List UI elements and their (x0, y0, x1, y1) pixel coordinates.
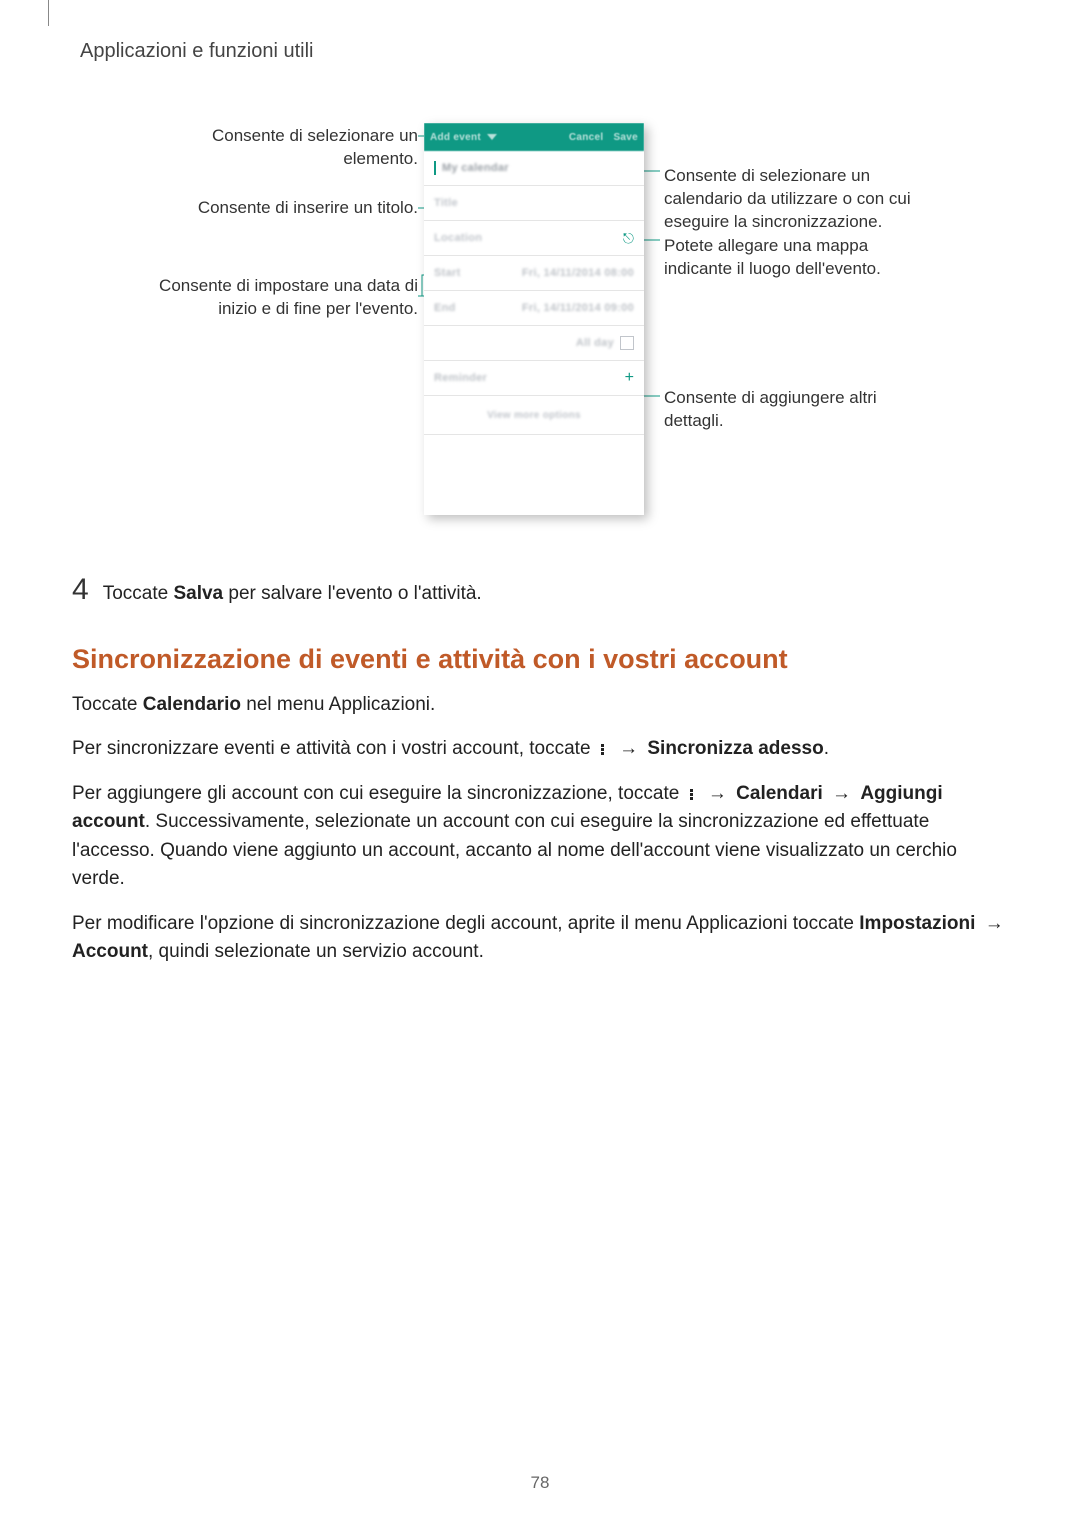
paragraph-2: Per sincronizzare eventi e attività con … (72, 735, 1008, 764)
reminder-label: Reminder (434, 372, 487, 384)
section-heading-sync: Sincronizzazione di eventi e attività co… (72, 644, 1008, 675)
phone-save-label: Save (613, 132, 638, 143)
arrow-icon: → (832, 780, 851, 809)
p1-pre: Toccate (72, 694, 143, 715)
more-options-icon (598, 743, 608, 756)
p4-pre: Per modificare l'opzione di sincronizzaz… (72, 913, 859, 934)
end-label: End (434, 302, 456, 314)
phone-cancel-label: Cancel (569, 132, 604, 143)
paragraph-1: Toccate Calendario nel menu Applicazioni… (72, 691, 1008, 720)
p2-pre: Per sincronizzare eventi e attività con … (72, 738, 596, 759)
arrow-icon: → (708, 780, 727, 809)
step-number: 4 (72, 573, 89, 607)
mycalendar-label: My calendar (442, 162, 509, 174)
p3-pre: Per aggiungere gli account con cui esegu… (72, 783, 685, 804)
callout-insert-title: Consente di inserire un titolo. (198, 197, 418, 220)
plus-icon: + (625, 369, 634, 387)
page-number: 78 (0, 1473, 1080, 1493)
step-4: 4 Toccate Salva per salvare l'evento o l… (72, 573, 1008, 608)
phone-header-bar: Add event Cancel Save (424, 123, 644, 151)
dropdown-triangle-icon (487, 134, 497, 140)
callout-more-details: Consente di aggiungere altri dettagli. (664, 387, 924, 433)
callout-select-element: Consente di selezionare un elemento. (158, 125, 418, 171)
title-placeholder: Title (434, 197, 458, 209)
callout-attach-map: Potete allegare una mappa indicante il l… (664, 235, 924, 281)
step-text: Toccate Salva per salvare l'evento o l'a… (103, 581, 482, 608)
step4-pre: Toccate (103, 583, 174, 604)
callout-select-calendar: Consente di selezionare un calendario da… (664, 165, 924, 234)
phone-row-end: End Fri, 14/11/2014 09:00 (424, 291, 644, 326)
allday-checkbox (620, 336, 634, 350)
step4-post: per salvare l'evento o l'attività. (223, 583, 482, 604)
location-pin-icon: ⎋ (623, 230, 634, 247)
p4-bold1: Impostazioni (859, 913, 975, 934)
arrow-icon: → (619, 735, 638, 764)
paragraph-4: Per modificare l'opzione di sincronizzaz… (72, 910, 1008, 967)
breadcrumb: Applicazioni e funzioni utili (80, 40, 1008, 63)
step4-bold: Salva (173, 583, 223, 604)
callout-set-dates: Consente di impostare una data di inizio… (158, 275, 418, 321)
p1-bold: Calendario (143, 694, 241, 715)
phone-row-allday: All day (424, 326, 644, 361)
p1-post: nel menu Applicazioni. (241, 694, 435, 715)
phone-row-start: Start Fri, 14/11/2014 08:00 (424, 256, 644, 291)
paragraph-3: Per aggiungere gli account con cui esegu… (72, 780, 1008, 894)
phone-mock: Add event Cancel Save My calendar Title … (424, 123, 644, 515)
calendar-color-bar (434, 161, 436, 175)
viewmore-label: View more options (487, 410, 581, 421)
end-value: Fri, 14/11/2014 09:00 (522, 302, 634, 314)
annotated-screenshot-figure: Consente di selezionare un elemento. Con… (72, 123, 1008, 533)
start-value: Fri, 14/11/2014 08:00 (522, 267, 634, 279)
start-label: Start (434, 267, 461, 279)
allday-label: All day (576, 337, 614, 349)
phone-row-location: Location ⎋ (424, 221, 644, 256)
more-options-icon (687, 788, 697, 801)
phone-row-reminder: Reminder + (424, 361, 644, 396)
p3-post: . Successivamente, selezionate un accoun… (72, 811, 957, 889)
p2-bold: Sincronizza adesso (647, 738, 823, 759)
location-placeholder: Location (434, 232, 482, 244)
phone-header-title: Add event (430, 132, 481, 143)
arrow-icon: → (985, 910, 1004, 939)
top-tick-mark (48, 0, 49, 26)
p4-post: , quindi selezionate un servizio account… (148, 941, 484, 962)
phone-row-viewmore: View more options (424, 396, 644, 435)
phone-row-mycalendar: My calendar (424, 151, 644, 186)
p2-post: . (824, 738, 829, 759)
p4-bold2: Account (72, 941, 148, 962)
phone-row-title: Title (424, 186, 644, 221)
p3-bold1: Calendari (736, 783, 823, 804)
